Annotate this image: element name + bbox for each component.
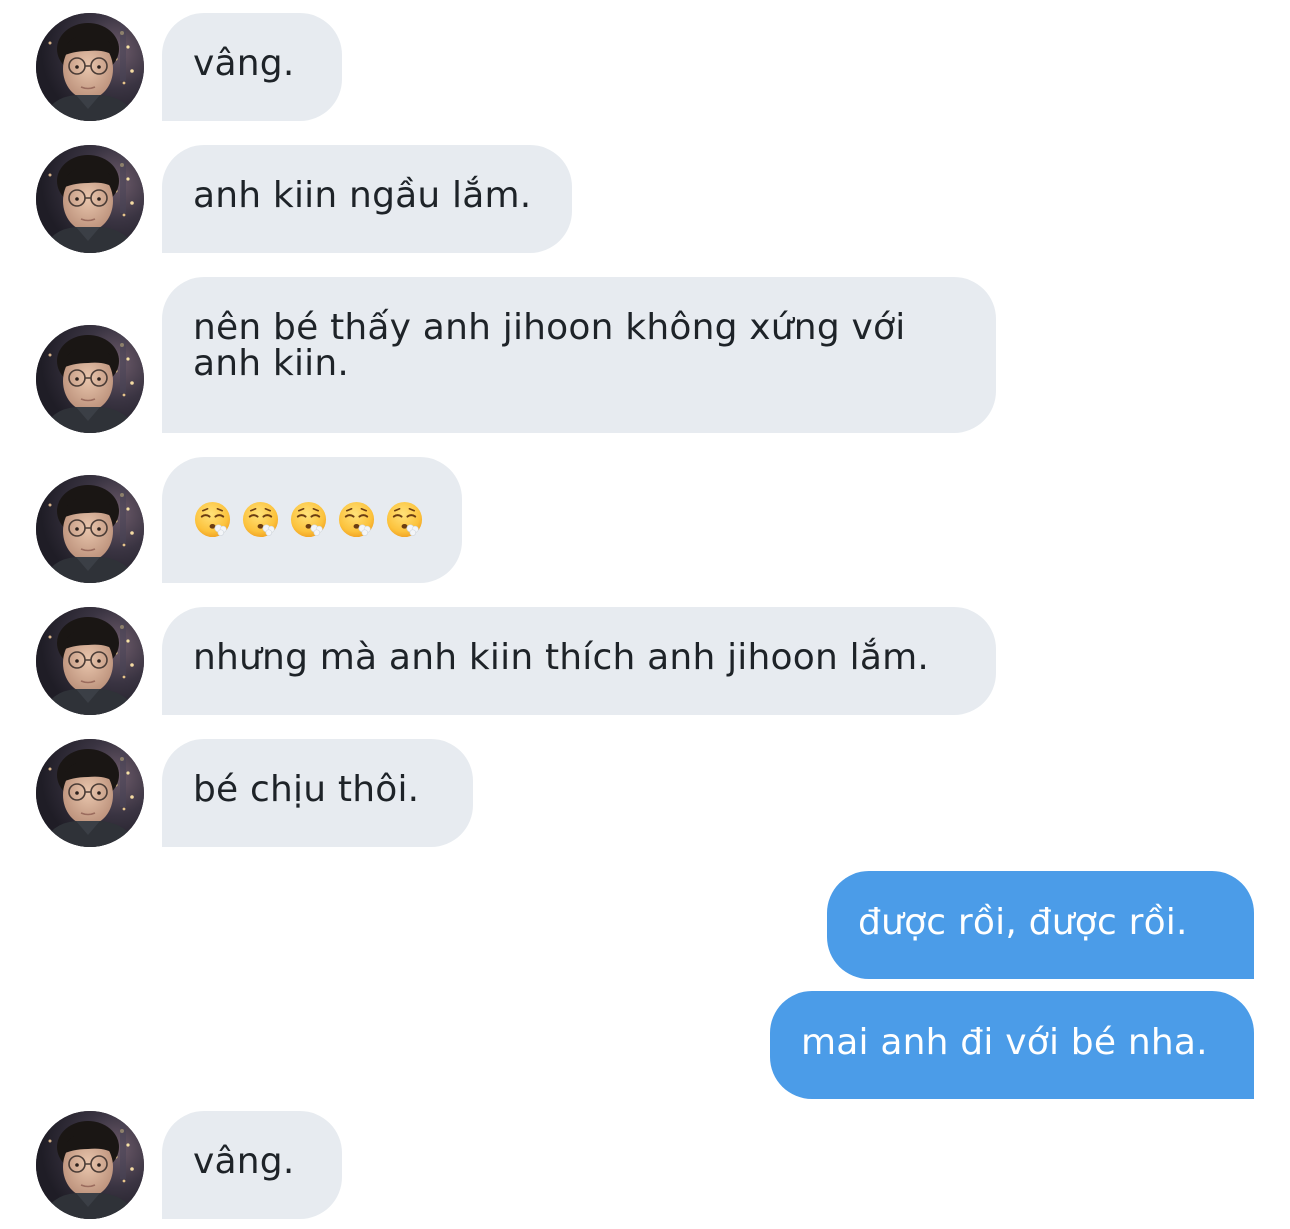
avatar[interactable] (36, 607, 144, 715)
message-bubble-incoming[interactable]: nên bé thấy anh jihoon không xứng với an… (162, 277, 996, 433)
avatar[interactable] (36, 145, 144, 253)
message-bubble-incoming[interactable]: anh kiin ngầu lắm. (162, 145, 572, 253)
message-bubble-incoming[interactable] (162, 457, 462, 583)
avatar[interactable] (36, 1111, 144, 1219)
face-exhaling-icon (241, 500, 280, 539)
chat-thread: vâng. anh kiin ngầu lắm. nên bé thấy anh… (0, 0, 1290, 1229)
avatar[interactable] (36, 475, 144, 583)
message-text: vâng. (193, 43, 295, 84)
message-text: mai anh đi với bé nha. (801, 1022, 1208, 1063)
message-bubble-incoming[interactable]: vâng. (162, 1111, 342, 1219)
avatar[interactable] (36, 13, 144, 121)
emoji-row (193, 500, 431, 539)
face-exhaling-icon (193, 500, 232, 539)
message-text: vâng. (193, 1141, 295, 1182)
message-text: nên bé thấy anh jihoon không xứng với an… (193, 307, 906, 384)
message-bubble-outgoing[interactable]: được rồi, được rồi. (827, 871, 1254, 979)
message-bubble-outgoing[interactable]: mai anh đi với bé nha. (770, 991, 1254, 1099)
message-bubble-incoming[interactable]: vâng. (162, 13, 342, 121)
face-exhaling-icon (289, 500, 328, 539)
message-text: anh kiin ngầu lắm. (193, 175, 532, 216)
message-bubble-incoming[interactable]: bé chịu thôi. (162, 739, 473, 847)
message-text: được rồi, được rồi. (858, 902, 1188, 943)
face-exhaling-icon (337, 500, 376, 539)
avatar[interactable] (36, 739, 144, 847)
message-text: bé chịu thôi. (193, 769, 420, 810)
avatar[interactable] (36, 325, 144, 433)
message-text: nhưng mà anh kiin thích anh jihoon lắm. (193, 637, 930, 678)
face-exhaling-icon (385, 500, 424, 539)
message-bubble-incoming[interactable]: nhưng mà anh kiin thích anh jihoon lắm. (162, 607, 996, 715)
